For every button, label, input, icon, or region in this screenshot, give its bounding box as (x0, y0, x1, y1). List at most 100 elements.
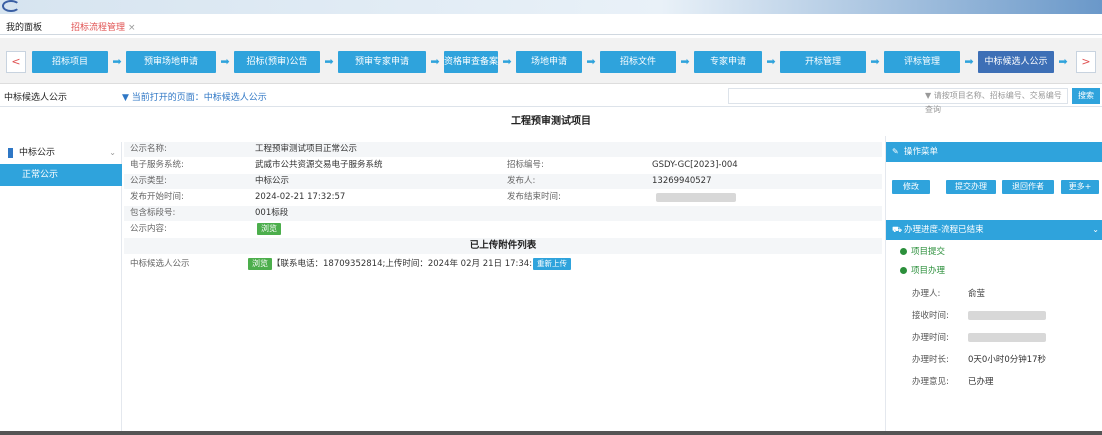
arrow-right-icon: ➡ (766, 55, 776, 68)
arrow-right-icon: ➡ (870, 55, 880, 68)
flow-step-evaluation[interactable]: 评标管理 (884, 51, 960, 73)
bid-no-value: GSDY-GC[2023]-004 (652, 160, 738, 170)
form-row: 包含标段号: 001标段 (124, 206, 882, 221)
arrow-right-icon: ➡ (430, 55, 440, 68)
progress-step-submit: 项目提交 (900, 245, 945, 257)
tab-bar: 我的面板 招标流程管理 × (0, 14, 1102, 35)
browse-attachment-button[interactable]: 浏览 (248, 258, 272, 270)
type-label: 公示类型: (130, 176, 167, 186)
search-button[interactable]: 搜索 (1072, 88, 1100, 104)
section-value: 001标段 (255, 208, 289, 218)
sidebar-item-normal-notice[interactable]: 正常公示 (0, 164, 122, 186)
receive-time-label: 接收时间: (912, 311, 949, 321)
right-panel: ✎ 操作菜单 修改 提交办理 退回作者 更多+ ⛟ 办理进度-流程已结束 ⌄ 项目提交… (885, 136, 1102, 432)
progress-step-handle: 项目办理 (900, 264, 945, 276)
progress-step-label: 项目提交 (911, 247, 946, 257)
tab-home[interactable]: 我的面板 (6, 20, 42, 33)
form-row: 电子服务系统: 武威市公共资源交易电子服务系统 招标编号: GSDY-GC[20… (124, 158, 882, 173)
current-page-label: ▼ 当前打开的页面：中标候选人公示 (122, 93, 267, 103)
chevron-down-icon: ⌄ (1092, 225, 1099, 234)
breadcrumb-bar: 中标候选人公示 ▼ 当前打开的页面：中标候选人公示 ▼ 请按项目名称、招标编号、… (0, 85, 1102, 114)
page-title: 工程预审测试项目 (511, 116, 591, 127)
notice-name-value: 工程预审测试项目正常公示 (255, 144, 358, 154)
ops-menu-title: 操作菜单 (904, 147, 939, 157)
progress-title: 办理进度-流程已结束 (904, 225, 984, 235)
start-time-value: 2024-02-21 17:32:57 (255, 192, 346, 202)
attachments-title: 已上传附件列表 (124, 238, 882, 254)
attachment-label: 中标候选人公示 (130, 259, 190, 269)
flow-next-button[interactable]: > (1076, 51, 1096, 73)
type-value: 中标公示 (255, 176, 290, 186)
redacted-end-time (656, 193, 736, 202)
app-logo-icon (2, 0, 20, 12)
bid-no-label: 招标编号: (507, 160, 544, 170)
system-value: 武威市公共资源交易电子服务系统 (255, 160, 383, 170)
content-label: 公示内容: (130, 224, 167, 234)
car-icon: ⛟ (892, 225, 903, 234)
form-row: 公示内容: 浏览 (124, 222, 882, 237)
start-time-label: 发布开始时间: (130, 192, 184, 202)
flow-step-bid-docs[interactable]: 招标文件 (600, 51, 676, 73)
flow-step-announcement[interactable]: 招标(预审)公告 (234, 51, 320, 73)
sidebar-group-label: 中标公示 (19, 148, 56, 158)
form-row: 公示名称: 工程预审测试项目正常公示 (124, 142, 882, 157)
check-circle-icon (900, 248, 907, 255)
flow-step-bid-opening[interactable]: 开标管理 (780, 51, 866, 73)
arrow-right-icon: ➡ (680, 55, 690, 68)
bottom-border (0, 431, 1102, 435)
pencil-icon: ✎ (892, 147, 899, 156)
tab-bid-process-label: 招标流程管理 (71, 23, 126, 33)
arrow-right-icon: ➡ (1058, 55, 1068, 68)
tab-bid-process[interactable]: 招标流程管理 × (71, 20, 136, 33)
search-input[interactable]: ▼ 请按项目名称、招标编号、交易编号查询 (728, 88, 1068, 114)
publisher-value: 13269940527 (652, 176, 712, 186)
arrow-right-icon: ➡ (220, 55, 230, 68)
top-banner (0, 0, 1102, 14)
duration-label: 办理时长: (912, 355, 949, 365)
process-flow-bar: < 招标项目 ➡ 预审场地申请 ➡ 招标(预审)公告 ➡ 预审专家申请 ➡ 资格… (0, 38, 1102, 84)
end-time-label: 发布结束时间: (507, 192, 561, 202)
handler-value: 俞莹 (968, 289, 986, 299)
left-sidebar: 中标公示 ⌄ 正常公示 (0, 142, 122, 432)
flow-step-prereview-expert[interactable]: 预审专家申请 (338, 51, 426, 73)
flow-step-project[interactable]: 招标项目 (32, 51, 108, 73)
opinion-label: 办理意见: (912, 377, 949, 387)
form-row: 公示类型: 中标公示 发布人: 13269940527 (124, 174, 882, 189)
handler-label: 办理人: (912, 289, 941, 299)
more-button[interactable]: 更多+ (1061, 180, 1099, 194)
chevron-down-icon: ⌄ (109, 148, 116, 157)
reupload-button[interactable]: 重新上传 (533, 258, 571, 270)
progress-header[interactable]: ⛟ 办理进度-流程已结束 ⌄ (886, 220, 1102, 240)
redacted-handle-time (968, 333, 1046, 342)
form-row: 发布开始时间: 2024-02-21 17:32:57 发布结束时间: (124, 190, 882, 205)
progress-step-label: 项目办理 (911, 266, 946, 276)
flow-step-prereview-venue[interactable]: 预审场地申请 (126, 51, 216, 73)
attachment-info: 【联系电话：18709352814;上传时间：2024年 02月 21日 17:… (272, 259, 552, 269)
edit-button[interactable]: 修改 (892, 180, 930, 194)
arrow-right-icon: ➡ (964, 55, 974, 68)
arrow-right-icon: ➡ (112, 55, 122, 68)
submit-button[interactable]: 提交办理 (946, 180, 996, 194)
return-author-button[interactable]: 退回作者 (1002, 180, 1054, 194)
ops-menu-header: ✎ 操作菜单 (886, 142, 1102, 162)
notice-name-label: 公示名称: (130, 144, 167, 154)
close-icon[interactable]: × (128, 23, 136, 33)
duration-value: 0天0小时0分钟17秒 (968, 355, 1047, 365)
publisher-label: 发布人: (507, 176, 536, 186)
browse-content-button[interactable]: 浏览 (257, 223, 281, 235)
check-circle-icon (900, 267, 907, 274)
redacted-receive-time (968, 311, 1046, 320)
arrow-right-icon: ➡ (324, 55, 334, 68)
flow-step-qualification[interactable]: 资格审查备案 (444, 51, 498, 73)
flow-step-candidate-notice[interactable]: 中标候选人公示 (978, 51, 1054, 73)
arrow-right-icon: ➡ (502, 55, 512, 68)
detail-form: 公示名称: 工程预审测试项目正常公示 电子服务系统: 武威市公共资源交易电子服务… (124, 142, 882, 432)
sidebar-group-notice[interactable]: 中标公示 ⌄ (0, 142, 122, 164)
attachment-row: 中标候选人公示 浏览 【联系电话：18709352814;上传时间：2024年 … (124, 257, 882, 272)
arrow-right-icon: ➡ (586, 55, 596, 68)
group-marker-icon (8, 147, 13, 158)
flow-prev-button[interactable]: < (6, 51, 26, 73)
flow-step-expert[interactable]: 专家申请 (694, 51, 762, 73)
flow-step-venue[interactable]: 场地申请 (516, 51, 582, 73)
opinion-value: 已办理 (968, 377, 994, 387)
